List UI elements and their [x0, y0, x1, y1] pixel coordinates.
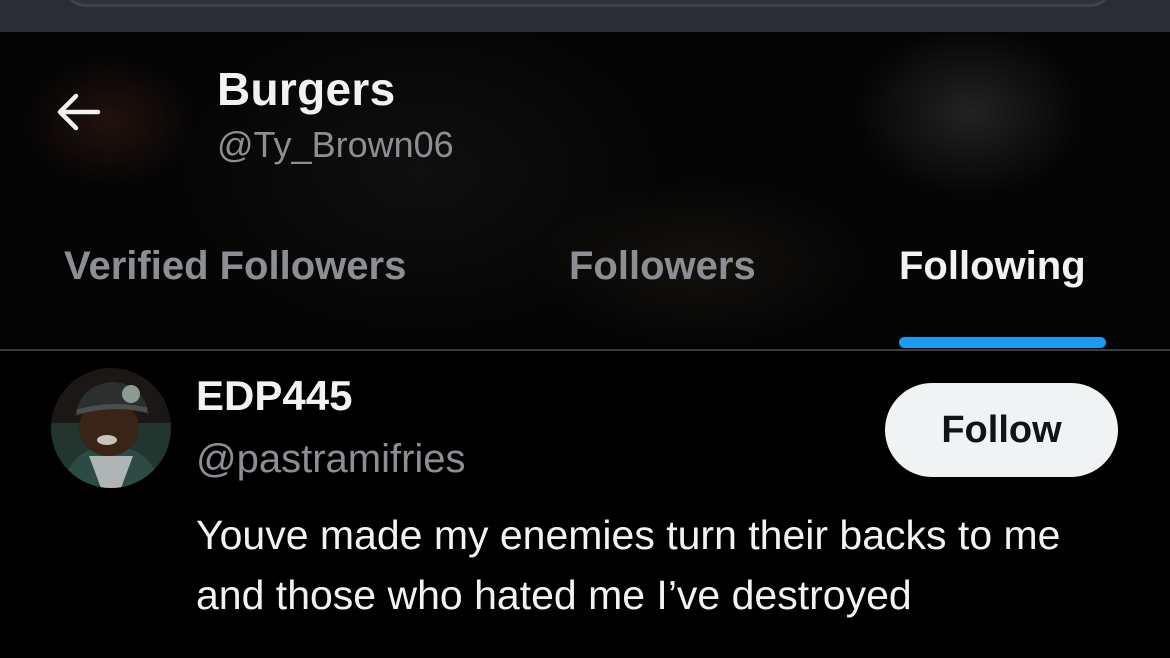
user-bio: Youve made my enemies turn their backs t…: [196, 512, 1061, 618]
tab-following[interactable]: Following: [899, 244, 1086, 289]
tab-followers[interactable]: Followers: [569, 244, 756, 289]
top-search-bar-strip: [0, 0, 1170, 32]
profile-handle: @Ty_Brown06: [217, 124, 454, 165]
search-bar-edge: [60, 0, 1116, 7]
tabs-divider: [0, 349, 1170, 351]
active-tab-indicator: [899, 337, 1106, 348]
profile-header-background: [0, 32, 1170, 348]
back-button[interactable]: [50, 86, 106, 138]
screen: Burgers @Ty_Brown06 Verified Followers F…: [0, 0, 1170, 658]
tab-verified-followers[interactable]: Verified Followers: [64, 244, 406, 289]
avatar-photo: [51, 368, 171, 488]
avatar[interactable]: [51, 368, 171, 488]
profile-name: Burgers: [217, 63, 396, 115]
user-display-name[interactable]: EDP445: [196, 372, 352, 420]
follow-button[interactable]: Follow: [885, 383, 1118, 477]
arrow-left-icon: [57, 93, 101, 131]
user-handle[interactable]: @pastramifries: [196, 437, 466, 482]
